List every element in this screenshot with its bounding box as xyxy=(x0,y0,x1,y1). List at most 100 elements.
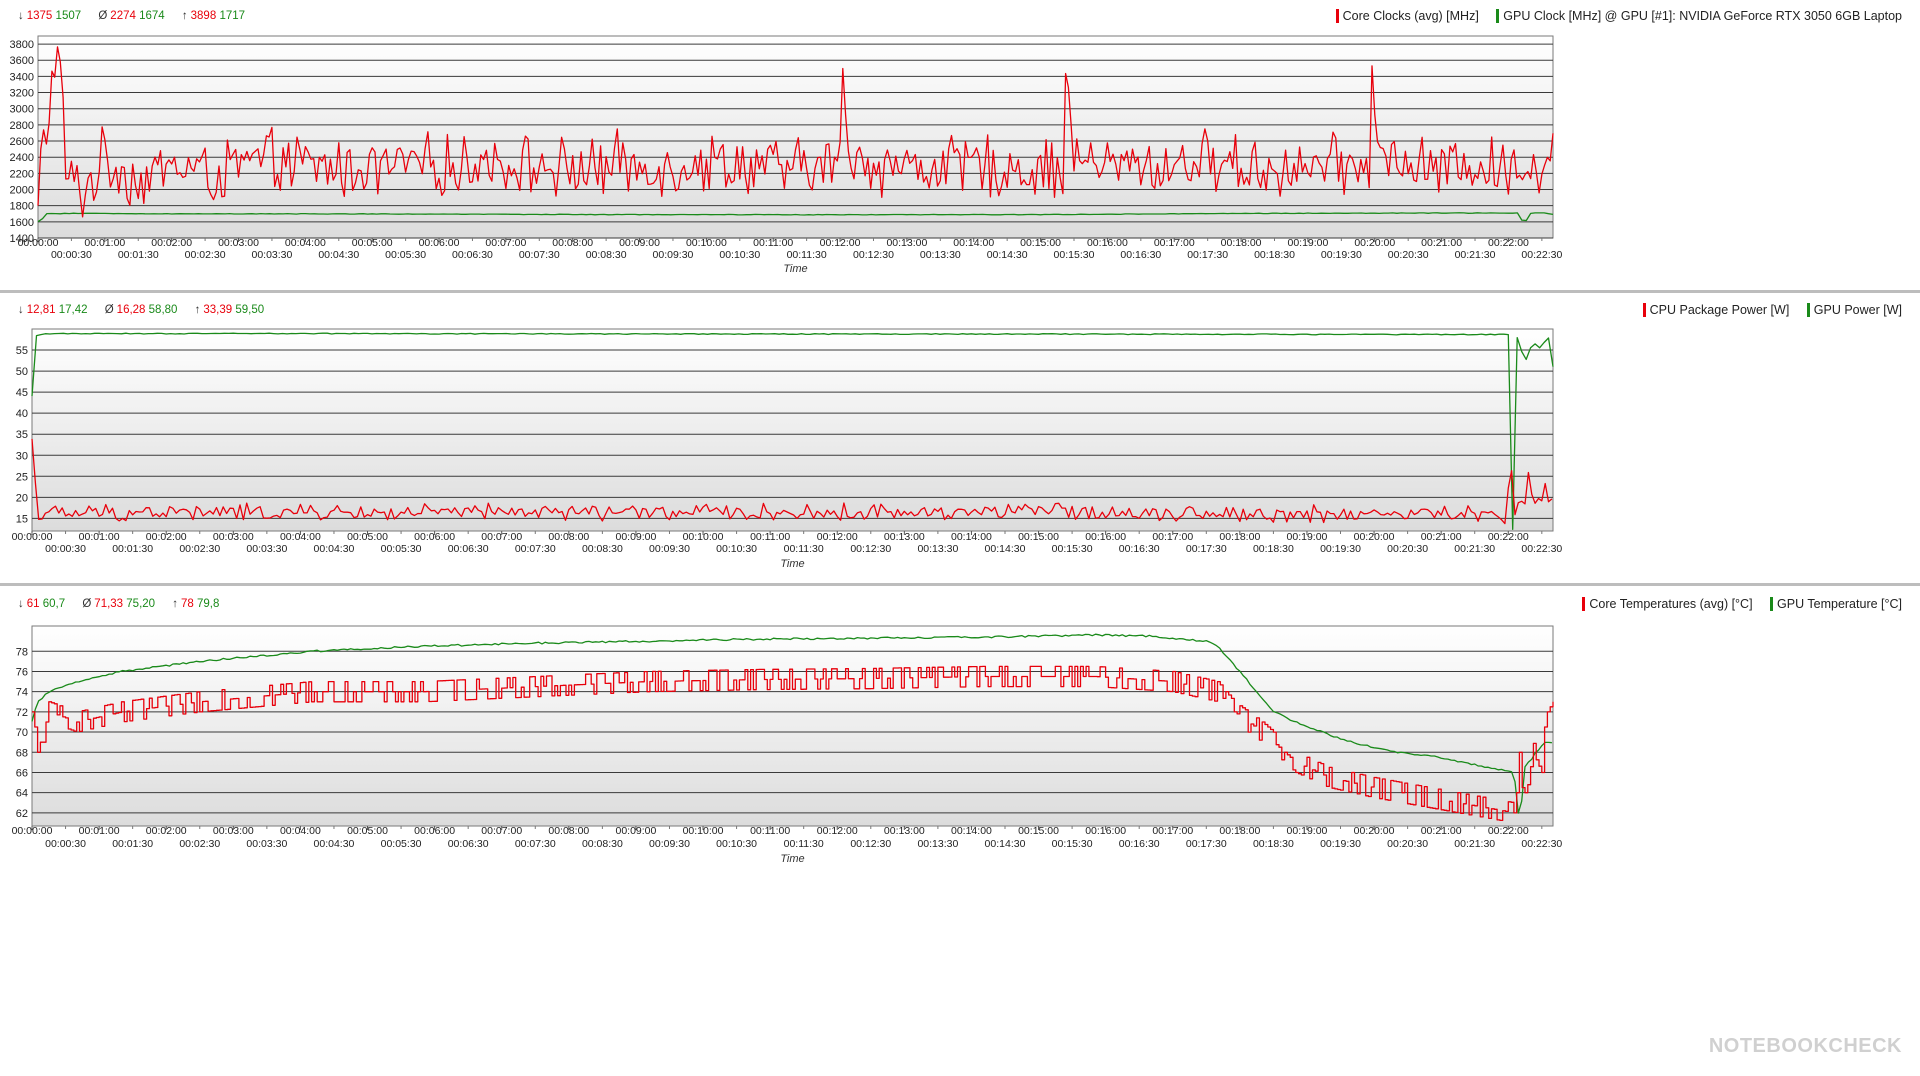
x-tick-label: 00:08:30 xyxy=(586,249,627,261)
y-tick-label: 1800 xyxy=(10,201,34,213)
x-tick-label: 00:13:30 xyxy=(917,543,958,555)
x-tick-label: 00:18:30 xyxy=(1253,543,1294,555)
x-tick-label: 00:17:30 xyxy=(1186,543,1227,555)
x-tick-label: 00:00:00 xyxy=(12,825,53,837)
x-tick-label: 00:09:30 xyxy=(649,543,690,555)
x-tick-label: 00:12:30 xyxy=(850,543,891,555)
x-tick-label: 00:01:30 xyxy=(118,249,159,261)
x-axis-label: Time xyxy=(780,853,804,865)
x-tick-label: 00:05:30 xyxy=(385,249,426,261)
x-tick-label: 00:06:30 xyxy=(448,543,489,555)
y-tick-label: 68 xyxy=(16,747,28,759)
x-tick-label: 00:15:00 xyxy=(1020,237,1061,249)
x-tick-label: 00:12:30 xyxy=(853,249,894,261)
y-tick-label: 20 xyxy=(16,492,28,504)
x-tick-label: 00:10:30 xyxy=(716,543,757,555)
x-tick-label: 00:07:00 xyxy=(485,237,526,249)
x-tick-label: 00:22:00 xyxy=(1488,531,1529,543)
x-tick-label: 00:12:00 xyxy=(817,825,858,837)
x-tick-label: 00:22:30 xyxy=(1521,249,1562,261)
x-tick-label: 00:01:00 xyxy=(79,825,120,837)
x-tick-label: 00:05:30 xyxy=(381,838,422,850)
x-tick-label: 00:04:00 xyxy=(280,825,321,837)
x-tick-label: 00:21:00 xyxy=(1421,531,1462,543)
x-tick-label: 00:14:30 xyxy=(987,249,1028,261)
x-tick-label: 00:02:00 xyxy=(151,237,192,249)
plot-area xyxy=(37,35,1554,239)
x-tick-label: 00:20:30 xyxy=(1388,249,1429,261)
x-tick-label: 00:16:30 xyxy=(1119,838,1160,850)
y-tick-label: 64 xyxy=(16,788,28,800)
x-tick-label: 00:20:30 xyxy=(1387,838,1428,850)
y-tick-label: 30 xyxy=(16,450,28,462)
x-tick-label: 00:20:00 xyxy=(1354,531,1395,543)
x-tick-label: 00:18:30 xyxy=(1253,838,1294,850)
x-tick-label: 00:09:30 xyxy=(653,249,694,261)
x-tick-label: 00:01:30 xyxy=(112,543,153,555)
y-tick-label: 3200 xyxy=(10,88,34,100)
y-tick-label: 72 xyxy=(16,707,28,719)
x-tick-label: 00:10:00 xyxy=(686,237,727,249)
x-tick-label: 00:05:00 xyxy=(347,531,388,543)
x-tick-label: 00:00:00 xyxy=(18,237,59,249)
y-tick-label: 3600 xyxy=(10,55,34,67)
notebookcheck-watermark: NOTEBOOKCHECK xyxy=(1708,1035,1902,1057)
x-tick-label: 00:03:00 xyxy=(213,531,254,543)
x-tick-label: 00:15:00 xyxy=(1018,531,1059,543)
y-tick-label: 50 xyxy=(16,366,28,378)
x-tick-label: 00:08:00 xyxy=(552,237,593,249)
x-tick-label: 00:15:00 xyxy=(1018,825,1059,837)
x-axis-label: Time xyxy=(783,263,807,275)
chart-panel-power: ↓ 12,81 17,42 Ø 16,28 58,80 ↑ 33,39 59,50 C… xyxy=(0,293,1920,583)
x-tick-label: 00:18:30 xyxy=(1254,249,1295,261)
x-tick-label: 00:14:00 xyxy=(951,825,992,837)
x-tick-label: 00:21:00 xyxy=(1421,237,1462,249)
x-tick-label: 00:13:30 xyxy=(920,249,961,261)
x-tick-label: 00:09:00 xyxy=(619,237,660,249)
x-tick-label: 00:03:00 xyxy=(218,237,259,249)
y-tick-label: 2800 xyxy=(10,120,34,132)
x-tick-label: 00:15:30 xyxy=(1052,543,1093,555)
x-tick-label: 00:08:00 xyxy=(548,825,589,837)
y-tick-label: 66 xyxy=(16,767,28,779)
x-tick-label: 00:21:00 xyxy=(1421,825,1462,837)
x-tick-label: 00:02:00 xyxy=(146,531,187,543)
plot-area xyxy=(31,625,1554,827)
x-tick-label: 00:06:00 xyxy=(414,531,455,543)
x-tick-label: 00:20:30 xyxy=(1387,543,1428,555)
x-tick-label: 00:03:30 xyxy=(246,838,287,850)
x-tick-label: 00:05:00 xyxy=(347,825,388,837)
x-tick-label: 00:02:00 xyxy=(146,825,187,837)
x-tick-label: 00:04:30 xyxy=(314,543,355,555)
x-tick-label: 00:05:00 xyxy=(352,237,393,249)
y-tick-label: 55 xyxy=(16,345,28,357)
x-tick-label: 00:15:30 xyxy=(1054,249,1095,261)
x-tick-label: 00:00:30 xyxy=(45,543,86,555)
x-tick-label: 00:10:00 xyxy=(683,825,724,837)
x-tick-label: 00:11:00 xyxy=(750,825,790,837)
x-tick-label: 00:00:30 xyxy=(51,249,92,261)
x-tick-label: 00:03:30 xyxy=(246,543,287,555)
x-tick-label: 00:16:00 xyxy=(1085,531,1126,543)
x-tick-label: 00:04:00 xyxy=(280,531,321,543)
x-tick-label: 00:16:30 xyxy=(1120,249,1161,261)
y-tick-label: 70 xyxy=(16,727,28,739)
x-tick-label: 00:19:00 xyxy=(1287,237,1328,249)
x-tick-label: 00:07:00 xyxy=(481,825,522,837)
x-tick-label: 00:19:30 xyxy=(1320,838,1361,850)
x-tick-label: 00:06:30 xyxy=(452,249,493,261)
x-tick-label: 00:22:30 xyxy=(1521,543,1562,555)
y-tick-label: 3400 xyxy=(10,71,34,83)
x-tick-label: 00:17:00 xyxy=(1154,237,1195,249)
y-tick-label: 2000 xyxy=(10,185,34,197)
x-tick-label: 00:11:30 xyxy=(784,543,824,555)
x-tick-label: 00:10:30 xyxy=(719,249,760,261)
x-tick-label: 00:09:30 xyxy=(649,838,690,850)
y-tick-label: 2400 xyxy=(10,152,34,164)
x-tick-label: 00:05:30 xyxy=(381,543,422,555)
x-tick-label: 00:04:00 xyxy=(285,237,326,249)
x-tick-label: 00:10:30 xyxy=(716,838,757,850)
x-tick-label: 00:17:30 xyxy=(1186,838,1227,850)
x-tick-label: 00:19:30 xyxy=(1320,543,1361,555)
chart-clocks-svg: 1400160018002000220024002600280030003200… xyxy=(10,35,1562,275)
